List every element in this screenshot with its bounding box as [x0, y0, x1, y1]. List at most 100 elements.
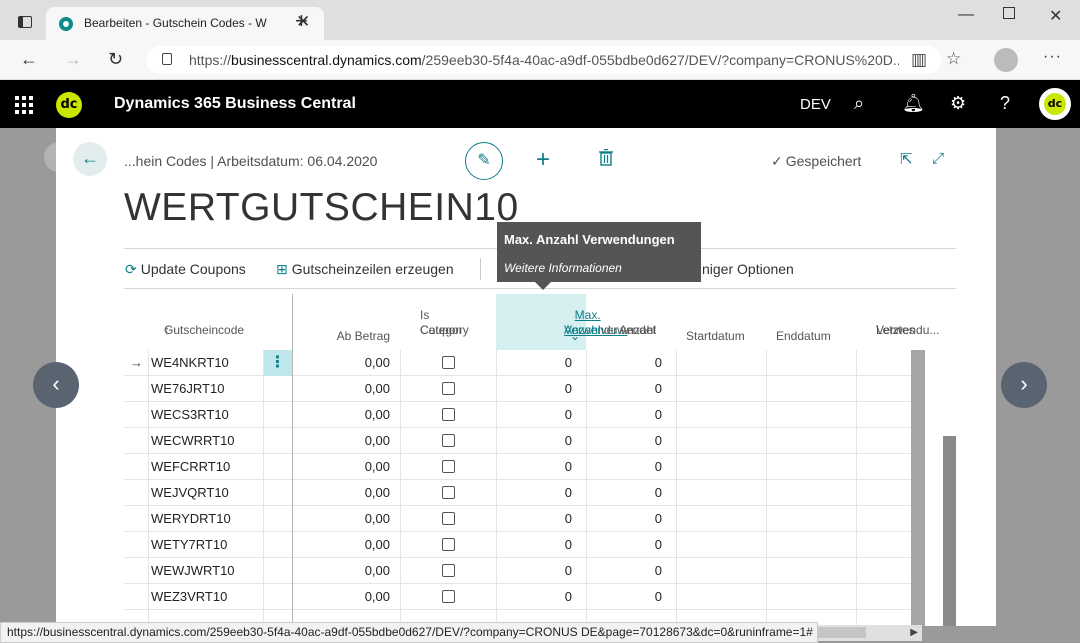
expand-icon[interactable]: ⤢	[932, 150, 944, 167]
update-coupons-action[interactable]: ⟳ Update Coupons	[125, 261, 246, 278]
is-category-checkbox[interactable]	[442, 408, 455, 421]
minimize-icon[interactable]: —	[958, 6, 974, 24]
cell-code[interactable]: WECWRRT10	[151, 428, 235, 454]
close-window-icon[interactable]: ✕	[1049, 6, 1062, 26]
user-avatar[interactable]: dc	[1039, 88, 1071, 120]
cell-max-uses[interactable]: 0	[496, 584, 572, 610]
cell-ab-betrag[interactable]: 0,00	[293, 428, 390, 454]
refresh-icon[interactable]: ↻	[108, 49, 123, 70]
column-header-last-used[interactable]: Letztes Verwendu...	[856, 294, 939, 350]
open-new-window-icon[interactable]: ⇱	[900, 150, 913, 168]
cell-ab-betrag[interactable]: 0,00	[293, 350, 390, 376]
create-voucher-lines-action[interactable]: ⊞ Gutscheinzeilen erzeugen	[276, 261, 454, 278]
cell-code[interactable]: WEJVQRT10	[151, 480, 229, 506]
notifications-icon[interactable]: 🔔︎	[902, 93, 925, 114]
url-field[interactable]: https://businesscentral.dynamics.com/259…	[146, 46, 941, 74]
cell-max-uses[interactable]: 0	[496, 532, 572, 558]
forward-arrow-icon[interactable]: →	[64, 49, 82, 70]
cell-code[interactable]: WEZ3VRT10	[151, 584, 227, 610]
tooltip-more-info-link[interactable]: Weitere Informationen	[504, 261, 622, 275]
table-row[interactable]: → ⋮ WE4NKRT10 0,00 0 0	[124, 350, 924, 376]
environment-label[interactable]: DEV	[800, 96, 831, 113]
cell-ab-betrag[interactable]: 0,00	[293, 558, 390, 584]
cell-max-uses[interactable]: 0	[496, 350, 572, 376]
favorites-star-icon[interactable]: ☆	[946, 49, 961, 69]
table-row[interactable]: WEWJWRT10 0,00 0 0	[124, 558, 924, 584]
is-category-checkbox[interactable]	[442, 590, 455, 603]
table-row[interactable]: WECS3RT10 0,00 0 0	[124, 402, 924, 428]
cell-ab-betrag[interactable]: 0,00	[293, 376, 390, 402]
settings-gear-icon[interactable]: ⚙	[950, 93, 966, 114]
cell-code[interactable]: WERYDRT10	[151, 506, 231, 532]
cell-used[interactable]: 0	[586, 428, 662, 454]
search-icon[interactable]: ⌕	[854, 93, 864, 114]
browser-tab[interactable]: Bearbeiten - Gutschein Codes - W ✕	[46, 7, 324, 40]
cell-code[interactable]: WEFCRRT10	[151, 454, 230, 480]
cell-max-uses[interactable]: 0	[496, 376, 572, 402]
cell-max-uses[interactable]: 0	[496, 454, 572, 480]
back-arrow-icon[interactable]: ←	[20, 49, 38, 70]
cell-max-uses[interactable]: 0	[496, 402, 572, 428]
is-category-checkbox[interactable]	[442, 538, 455, 551]
new-record-button[interactable]: +	[536, 146, 550, 174]
cell-used[interactable]: 0	[586, 558, 662, 584]
cell-ab-betrag[interactable]: 0,00	[293, 402, 390, 428]
cell-used[interactable]: 0	[586, 402, 662, 428]
more-menu-icon[interactable]: ···	[1043, 48, 1062, 66]
cell-max-uses[interactable]: 0	[496, 506, 572, 532]
column-header-code[interactable]: Gutscheincode ↑	[144, 294, 284, 350]
edit-pencil-button[interactable]: ✎	[465, 142, 503, 180]
page-vertical-scrollbar[interactable]	[943, 436, 956, 626]
app-launcher-icon[interactable]	[15, 96, 33, 114]
column-header-end-date[interactable]: Enddatum	[766, 294, 856, 350]
table-row[interactable]: WEJVQRT10 0,00 0 0	[124, 480, 924, 506]
cell-code[interactable]: WEWJWRT10	[151, 558, 235, 584]
new-tab-icon[interactable]: +	[295, 10, 308, 32]
app-title[interactable]: Dynamics 365 Business Central	[114, 95, 356, 113]
table-row[interactable]: WEZ3VRT10 0,00 0 0	[124, 584, 924, 610]
table-row[interactable]: WECWRRT10 0,00 0 0	[124, 428, 924, 454]
cell-used[interactable]: 0	[586, 376, 662, 402]
back-button[interactable]: ←	[73, 142, 107, 176]
table-row[interactable]: WETY7RT10 0,00 0 0	[124, 532, 924, 558]
is-category-checkbox[interactable]	[442, 512, 455, 525]
is-category-checkbox[interactable]	[442, 382, 455, 395]
grid-horizontal-scrollbar[interactable]: ▶	[818, 625, 922, 641]
column-header-is-category[interactable]: Is Category Coupon	[400, 294, 496, 350]
help-icon[interactable]: ?	[1000, 93, 1010, 114]
cell-ab-betrag[interactable]: 0,00	[293, 506, 390, 532]
cell-max-uses[interactable]: 0	[496, 480, 572, 506]
cell-used[interactable]: 0	[586, 584, 662, 610]
previous-record-button[interactable]: ‹	[33, 362, 79, 408]
is-category-checkbox[interactable]	[442, 356, 455, 369]
maximize-icon[interactable]	[1003, 7, 1015, 19]
cell-code[interactable]: WECS3RT10	[151, 402, 229, 428]
cell-ab-betrag[interactable]: 0,00	[293, 480, 390, 506]
is-category-checkbox[interactable]	[442, 486, 455, 499]
scrollbar-thumb[interactable]	[818, 627, 866, 638]
grid-vertical-scrollbar[interactable]	[911, 350, 925, 626]
cell-max-uses[interactable]: 0	[496, 428, 572, 454]
fewer-options-action[interactable]: niger Optionen	[702, 261, 794, 277]
split-screen-icon[interactable]: ▥	[911, 50, 927, 70]
cell-code[interactable]: WE4NKRT10	[151, 350, 229, 376]
profile-avatar[interactable]	[994, 48, 1018, 72]
column-header-max-uses[interactable]: Max. Anzahl Verwendu... ⌄	[496, 294, 627, 350]
cell-used[interactable]: 0	[586, 532, 662, 558]
delete-trash-icon[interactable]	[599, 149, 613, 166]
column-header-ab-betrag[interactable]: Ab Betrag	[293, 294, 400, 350]
is-category-checkbox[interactable]	[442, 564, 455, 577]
column-header-start-date[interactable]: Startdatum	[676, 294, 766, 350]
table-row[interactable]: WERYDRT10 0,00 0 0	[124, 506, 924, 532]
scroll-right-icon[interactable]: ▶	[910, 625, 918, 641]
cell-used[interactable]: 0	[586, 350, 662, 376]
tab-actions-icon[interactable]	[18, 16, 32, 28]
table-row[interactable]: WE76JRT10 0,00 0 0	[124, 376, 924, 402]
cell-max-uses[interactable]: 0	[496, 558, 572, 584]
cell-used[interactable]: 0	[586, 506, 662, 532]
cell-ab-betrag[interactable]: 0,00	[293, 532, 390, 558]
chevron-down-icon[interactable]: ⌄	[570, 329, 580, 344]
is-category-checkbox[interactable]	[442, 434, 455, 447]
row-actions-menu-icon[interactable]: ⋮	[263, 350, 292, 376]
column-header-used[interactable]: Anzahl verwendet	[586, 294, 676, 350]
